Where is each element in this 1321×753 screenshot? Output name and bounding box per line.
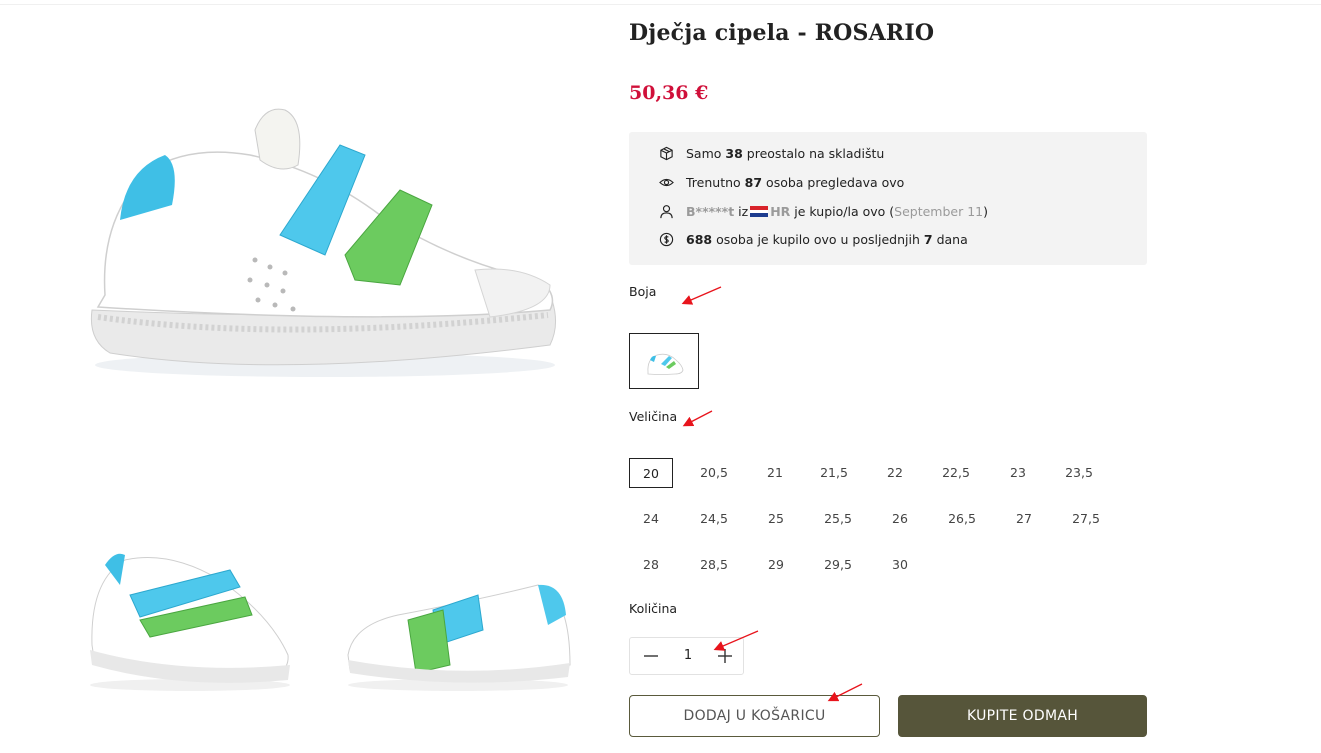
box-icon — [660, 146, 673, 161]
size-option[interactable]: 26 — [878, 504, 922, 534]
size-option[interactable]: 23 — [996, 458, 1040, 488]
stock-info: Samo 38 preostalo na skladištu — [659, 146, 884, 161]
size-option[interactable]: 28,5 — [692, 550, 736, 580]
size-option[interactable]: 23,5 — [1057, 458, 1101, 488]
eye-icon — [659, 178, 674, 187]
size-option[interactable]: 27 — [1002, 504, 1046, 534]
size-option[interactable]: 25,5 — [816, 504, 860, 534]
quantity-label: Količina — [629, 601, 678, 616]
add-to-cart-button[interactable]: DODAJ U KOŠARICU — [629, 695, 880, 737]
quantity-value[interactable]: 1 — [670, 648, 706, 663]
coin-icon — [659, 232, 674, 247]
size-option[interactable]: 25 — [754, 504, 798, 534]
stock-count: 38 — [725, 146, 743, 161]
viewers-suffix: osoba pregledava ovo — [766, 175, 905, 190]
buyer-country: HR — [770, 204, 791, 219]
size-option[interactable]: 26,5 — [940, 504, 984, 534]
color-swatch[interactable] — [629, 333, 699, 389]
size-option[interactable]: 22 — [873, 458, 917, 488]
size-option[interactable]: 24,5 — [692, 504, 736, 534]
viewers-count: 87 — [744, 175, 763, 190]
size-option[interactable]: 30 — [878, 550, 922, 580]
sales-mid: osoba je kupilo ovo u posljednjih — [716, 232, 920, 247]
size-option-selected[interactable]: 20 — [629, 458, 673, 488]
product-price: 50,36 € — [629, 82, 709, 104]
minus-icon[interactable] — [642, 647, 660, 665]
buyer-date: September 11 — [894, 204, 984, 219]
recent-buyer-info: B*****t iz HR je kupio/la ovo (September… — [659, 204, 988, 219]
annotation-arrow — [681, 286, 722, 305]
viewers-info: Trenutno 87 osoba pregledava ovo — [659, 175, 904, 190]
buyer-name: B*****t — [686, 204, 735, 219]
thumbnail-image[interactable] — [80, 525, 300, 695]
size-option[interactable]: 29,5 — [816, 550, 860, 580]
size-option[interactable]: 27,5 — [1064, 504, 1108, 534]
sales-suffix: dana — [936, 232, 968, 247]
buy-now-button[interactable]: KUPITE ODMAH — [898, 695, 1147, 737]
stock-prefix: Samo — [686, 146, 722, 161]
user-icon — [660, 205, 673, 219]
plus-icon[interactable] — [716, 647, 734, 665]
buyer-from: iz — [738, 204, 749, 219]
color-label: Boja — [629, 284, 657, 299]
top-divider — [0, 4, 1321, 5]
sales-days: 7 — [923, 232, 933, 247]
size-option[interactable]: 20,5 — [692, 458, 736, 488]
swatch-shoe-image — [647, 353, 684, 375]
size-option[interactable]: 21,5 — [812, 458, 856, 488]
croatia-flag-icon — [750, 206, 769, 217]
product-info-box: Samo 38 preostalo na skladištu Trenutno … — [629, 132, 1147, 265]
sales-info: 688 osoba je kupilo ovo u posljednjih 7 … — [659, 232, 968, 247]
size-option[interactable]: 22,5 — [934, 458, 978, 488]
sales-count: 688 — [686, 232, 713, 247]
buyer-close: ) — [983, 204, 989, 219]
size-label: Veličina — [629, 409, 678, 424]
buyer-action: je kupio/la ovo ( — [794, 204, 895, 219]
size-option[interactable]: 28 — [629, 550, 673, 580]
size-option[interactable]: 24 — [629, 504, 673, 534]
thumbnail-image[interactable] — [338, 555, 578, 695]
stock-suffix: preostalo na skladištu — [746, 146, 885, 161]
main-product-image[interactable] — [80, 95, 570, 395]
viewers-prefix: Trenutno — [686, 175, 741, 190]
quantity-stepper: 1 — [629, 637, 744, 675]
size-option[interactable]: 29 — [754, 550, 798, 580]
annotation-arrow — [682, 410, 713, 427]
product-title: Dječja cipela - ROSARIO — [629, 20, 935, 46]
size-option[interactable]: 21 — [753, 458, 797, 488]
